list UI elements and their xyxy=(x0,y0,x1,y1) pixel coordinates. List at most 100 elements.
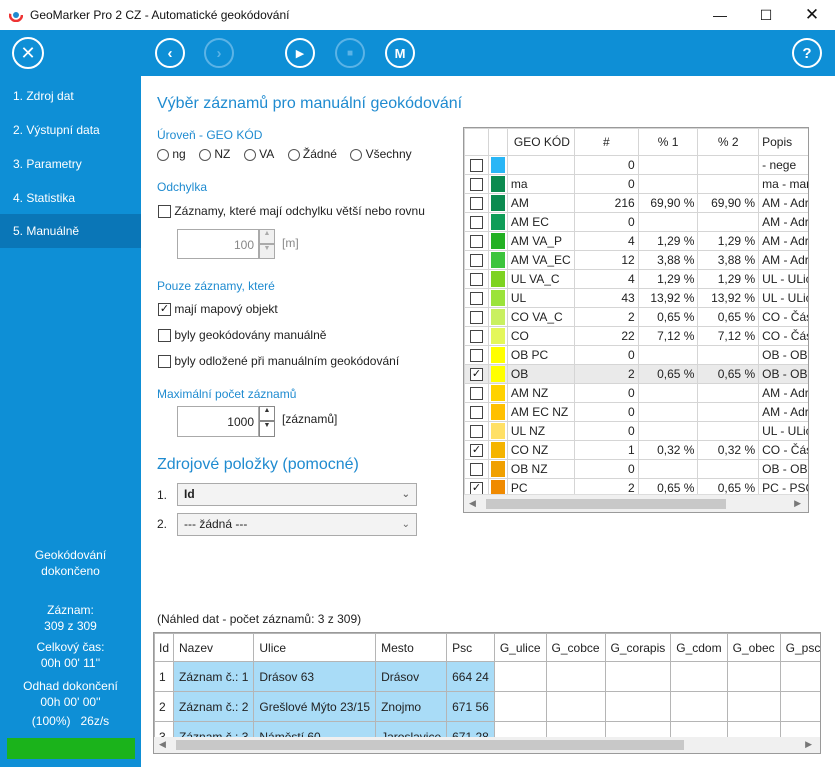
table-row[interactable]: AM NZ 0 AM - Adr xyxy=(464,383,808,403)
table-row[interactable]: AM EC NZ 0 AM - Adr xyxy=(464,402,808,422)
table-row[interactable]: OB PC 0 OB - OBe xyxy=(464,345,808,365)
table-row[interactable]: OB NZ 0 OB - OBe xyxy=(464,459,808,479)
exit-icon[interactable]: ✕ xyxy=(12,37,44,69)
code-table-hscroll[interactable]: ◀ ▶ xyxy=(464,494,808,512)
preview-col-header[interactable]: G_corapis xyxy=(604,633,672,662)
row-checkbox[interactable] xyxy=(464,421,489,441)
color-swatch xyxy=(487,155,508,175)
stop-icon[interactable]: ■ xyxy=(335,38,365,68)
has-map-object-checkbox[interactable]: ✓ mají mapový objekt xyxy=(158,302,278,317)
forward-icon[interactable]: › xyxy=(204,38,234,68)
sidebar-item-statistics[interactable]: 4. Statistika xyxy=(0,181,141,215)
row-checkbox[interactable] xyxy=(464,193,489,213)
table-row[interactable]: AM VA_EC 12 3,88 % 3,88 % AM - Adr xyxy=(464,250,808,270)
level-label: Úroveň - GEO KÓD xyxy=(157,128,263,142)
deviation-checkbox[interactable]: Záznamy, které mají odchylku větší nebo … xyxy=(158,204,425,219)
code-table-hscroll-thumb[interactable] xyxy=(486,499,726,509)
table-row[interactable]: ✓CO NZ10,32 %0,32 %CO - Část xyxy=(464,440,808,460)
sidebar-item-manual[interactable]: 5. Manuálně xyxy=(0,214,141,248)
table-row[interactable]: AM VA_P 4 1,29 % 1,29 % AM - Adr xyxy=(464,231,808,251)
preview-hscroll-thumb[interactable] xyxy=(176,740,684,750)
deviation-input[interactable]: 100 xyxy=(177,229,259,259)
level-radio-va[interactable]: VA xyxy=(243,147,274,161)
row-checkbox[interactable] xyxy=(464,155,489,175)
row-checkbox[interactable] xyxy=(464,288,489,308)
table-row[interactable]: AM 216 69,90 % 69,90 % AM - Adr xyxy=(464,193,808,213)
level-radio-none[interactable]: Žádné xyxy=(287,147,337,161)
row-checkbox[interactable] xyxy=(464,345,489,365)
sidebar-item-parameters[interactable]: 3. Parametry xyxy=(0,147,141,181)
table-row[interactable]: 0 - nege xyxy=(464,155,808,175)
header-pct2[interactable]: % 2 xyxy=(697,128,760,156)
header-description[interactable]: Popis xyxy=(758,128,808,156)
scroll-left-icon[interactable]: ◀ xyxy=(469,498,476,509)
pct2-cell: 13,92 % xyxy=(697,288,760,308)
row-checkbox[interactable] xyxy=(464,326,489,346)
preview-col-header[interactable]: Mesto xyxy=(375,633,448,662)
row-checkbox[interactable]: ✓ xyxy=(464,440,489,460)
source-field-2-select[interactable]: --- žádná --- ⌄ xyxy=(177,513,417,536)
header-geo-code[interactable]: GEO KÓD xyxy=(506,128,575,156)
row-checkbox[interactable] xyxy=(464,250,489,270)
help-icon[interactable]: ? xyxy=(792,38,822,68)
scroll-left-icon[interactable]: ◀ xyxy=(159,739,166,750)
back-icon[interactable]: ‹ xyxy=(155,38,185,68)
table-row[interactable]: UL VA_C 4 1,29 % 1,29 % UL - ULic xyxy=(464,269,808,289)
postponed-checkbox[interactable]: byly odložené při manuálním geokódování xyxy=(158,354,399,369)
maximize-button[interactable]: ☐ xyxy=(743,0,789,30)
row-checkbox[interactable]: ✓ xyxy=(464,364,489,384)
table-row[interactable]: ✓ OB 2 0,65 % 0,65 % OB - OBe xyxy=(464,364,808,384)
preview-col-header[interactable]: Nazev xyxy=(173,633,255,662)
deviation-up-icon[interactable]: ▲ xyxy=(259,229,275,244)
max-records-up-icon[interactable]: ▲ xyxy=(259,406,275,421)
manually-geocoded-checkbox[interactable]: byly geokódovány manuálně xyxy=(158,328,326,343)
preview-col-header[interactable]: Id xyxy=(154,633,175,662)
sidebar-item-source[interactable]: 1. Zdroj dat xyxy=(0,79,141,113)
table-row[interactable]: 2 Záznam č.: 2 Grešlové Mýto 23/15 Znojmo 67… xyxy=(154,691,820,722)
row-checkbox[interactable] xyxy=(464,212,489,232)
max-records-input[interactable]: 1000 xyxy=(177,406,259,437)
header-pct1[interactable]: % 1 xyxy=(637,128,699,156)
row-checkbox[interactable] xyxy=(464,174,489,194)
pct1-cell xyxy=(637,402,699,422)
play-icon[interactable]: ▶ xyxy=(285,38,315,68)
row-checkbox[interactable] xyxy=(464,383,489,403)
row-checkbox[interactable] xyxy=(464,402,489,422)
sidebar-item-output[interactable]: 2. Výstupní data xyxy=(0,113,141,147)
preview-col-header[interactable]: Ulice xyxy=(253,633,377,662)
header-count[interactable]: # xyxy=(573,128,639,156)
minimize-button[interactable]: — xyxy=(697,0,743,30)
preview-col-header[interactable]: Psc xyxy=(446,633,495,662)
scroll-right-icon[interactable]: ▶ xyxy=(805,739,812,750)
level-radio-all[interactable]: Všechny xyxy=(350,147,412,161)
preview-col-header[interactable]: G_cobce xyxy=(545,633,606,662)
preview-col-header[interactable]: G_psc xyxy=(779,633,820,662)
preview-col-header[interactable]: G_cdom xyxy=(670,633,728,662)
preview-col-header[interactable]: G_obec xyxy=(726,633,781,662)
manual-mode-icon[interactable]: M xyxy=(385,38,415,68)
deviation-down-icon[interactable]: ▼ xyxy=(259,244,275,259)
max-records-label: Maximální počet záznamů xyxy=(157,387,297,401)
max-records-down-icon[interactable]: ▼ xyxy=(259,421,275,437)
table-row[interactable]: CO227,12 %7,12 %CO - Část xyxy=(464,326,808,346)
pct1-cell: 0,65 % xyxy=(637,364,699,384)
row-checkbox[interactable] xyxy=(464,307,489,327)
table-row[interactable]: ma 0 ma - mar xyxy=(464,174,808,194)
table-row[interactable]: CO VA_C20,65 %0,65 %CO - Část xyxy=(464,307,808,327)
row-checkbox[interactable] xyxy=(464,231,489,251)
level-radio-nz[interactable]: NZ xyxy=(199,147,230,161)
level-radio-ng[interactable]: ng xyxy=(157,147,186,161)
geo-code-cell: OB PC xyxy=(506,345,575,365)
close-window-button[interactable]: ✕ xyxy=(789,0,835,30)
table-row[interactable]: AM EC 0 AM - Adr xyxy=(464,212,808,232)
table-row[interactable]: 1 Záznam č.: 1 Drásov 63 Drásov 664 24 xyxy=(154,661,820,692)
row-checkbox[interactable] xyxy=(464,269,489,289)
table-row[interactable]: UL NZ 0 UL - ULic xyxy=(464,421,808,441)
table-row[interactable]: UL 43 13,92 % 13,92 % UL - ULic xyxy=(464,288,808,308)
description-cell: OB - OBe xyxy=(758,364,808,384)
preview-hscroll[interactable]: ◀ ▶ xyxy=(154,737,820,753)
preview-col-header[interactable]: G_ulice xyxy=(493,633,547,662)
scroll-right-icon[interactable]: ▶ xyxy=(794,498,801,509)
row-checkbox[interactable] xyxy=(464,459,489,479)
source-field-1-select[interactable]: Id ⌄ xyxy=(177,483,417,506)
